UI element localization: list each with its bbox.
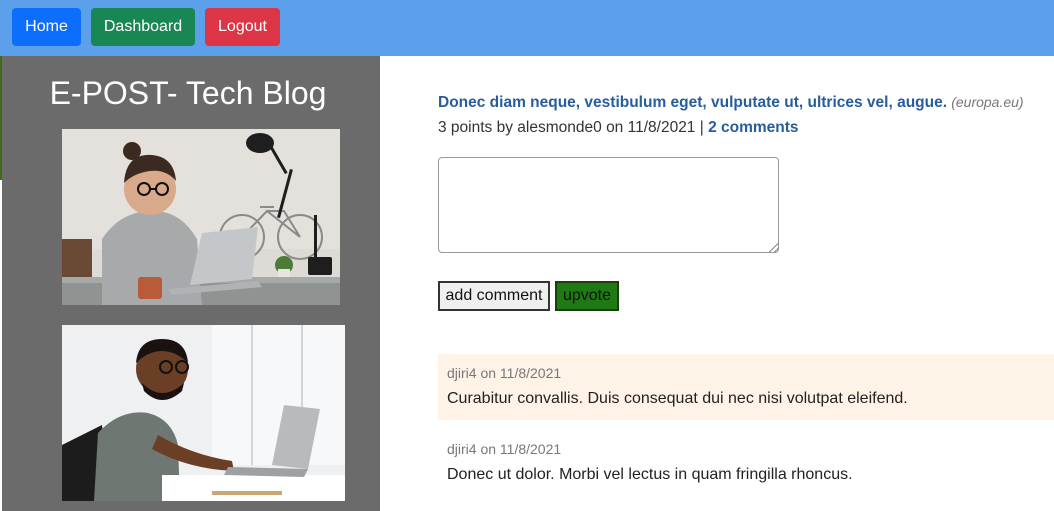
add-comment-button[interactable]: add comment <box>438 281 550 311</box>
comment-item: djiri4 on 11/8/2021 Donec ut dolor. Morb… <box>438 430 1054 496</box>
blog-title: E-POST- Tech Blog <box>49 75 327 111</box>
comment-meta: djiri4 on 11/8/2021 <box>447 441 562 457</box>
post-date: 11/8/2021 <box>627 119 696 136</box>
top-navbar: Home Dashboard Logout <box>0 0 1054 56</box>
post-author: alesmonde0 <box>517 119 602 136</box>
comment-textarea[interactable] <box>438 157 779 253</box>
dashboard-button[interactable]: Dashboard <box>91 8 195 46</box>
textarea-resize-handle[interactable] <box>769 243 779 253</box>
comments-link[interactable]: 2 comments <box>708 119 798 136</box>
post-separator: | <box>699 119 704 136</box>
comment-item: djiri4 on 11/8/2021 Curabitur convallis.… <box>438 354 1054 420</box>
post-points: 3 points <box>438 119 493 136</box>
sidebar-photo-man-laptop <box>62 325 345 501</box>
home-button[interactable]: Home <box>12 8 81 46</box>
post-meta: 3 points by alesmonde0 on 11/8/2021 | 2 … <box>438 119 799 137</box>
sidebar-photo-woman-laptop <box>62 129 340 305</box>
post-title-line: Donec diam neque, vestibulum eget, vulpu… <box>438 94 1024 112</box>
comment-text: Donec ut dolor. Morbi vel lectus in quam… <box>447 466 853 483</box>
logout-button[interactable]: Logout <box>205 8 280 46</box>
upvote-button[interactable]: upvote <box>555 281 619 311</box>
post-on-label: on <box>606 119 624 136</box>
post-domain: (europa.eu) <box>951 94 1024 110</box>
post-by-label: by <box>496 119 513 136</box>
comment-text: Curabitur convallis. Duis consequat dui … <box>447 390 908 407</box>
sidebar: E-POST- Tech Blog <box>2 56 380 511</box>
post-title-link[interactable]: Donec diam neque, vestibulum eget, vulpu… <box>438 94 947 111</box>
comment-meta: djiri4 on 11/8/2021 <box>447 365 562 381</box>
